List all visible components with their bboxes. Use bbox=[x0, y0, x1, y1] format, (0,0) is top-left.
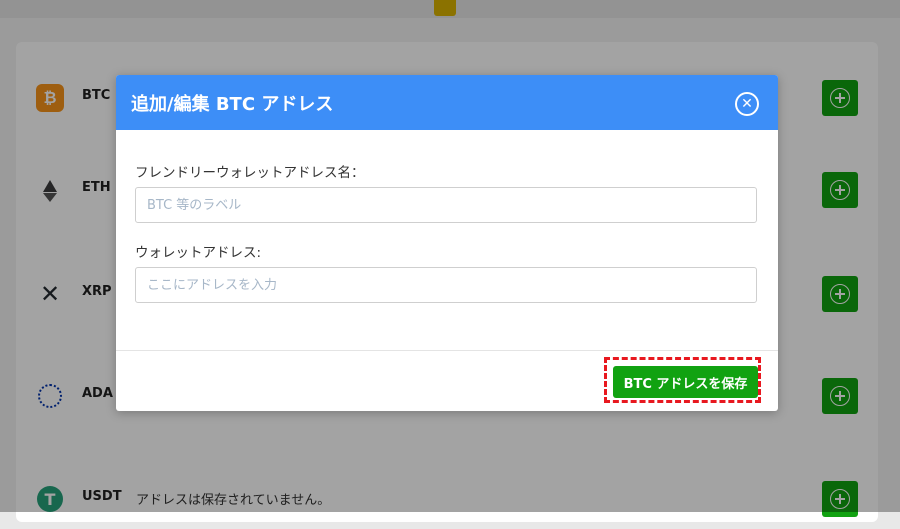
modal-divider bbox=[116, 350, 778, 351]
modal-title: 追加/編集 BTC アドレス bbox=[131, 94, 334, 115]
wallet-address-label: ウォレットアドレス: bbox=[135, 245, 262, 261]
close-icon[interactable]: ✕ bbox=[735, 92, 759, 116]
modal-header: 追加/編集 BTC アドレス ✕ bbox=[116, 75, 778, 130]
friendly-name-label: フレンドリーウォレットアドレス名： bbox=[135, 165, 365, 181]
save-address-button[interactable]: BTC アドレスを保存 bbox=[613, 366, 758, 398]
edit-address-modal: 追加/編集 BTC アドレス ✕ フレンドリーウォレットアドレス名： ウォレット… bbox=[116, 75, 778, 411]
wallet-address-input[interactable] bbox=[135, 267, 757, 303]
friendly-name-input[interactable] bbox=[135, 187, 757, 223]
